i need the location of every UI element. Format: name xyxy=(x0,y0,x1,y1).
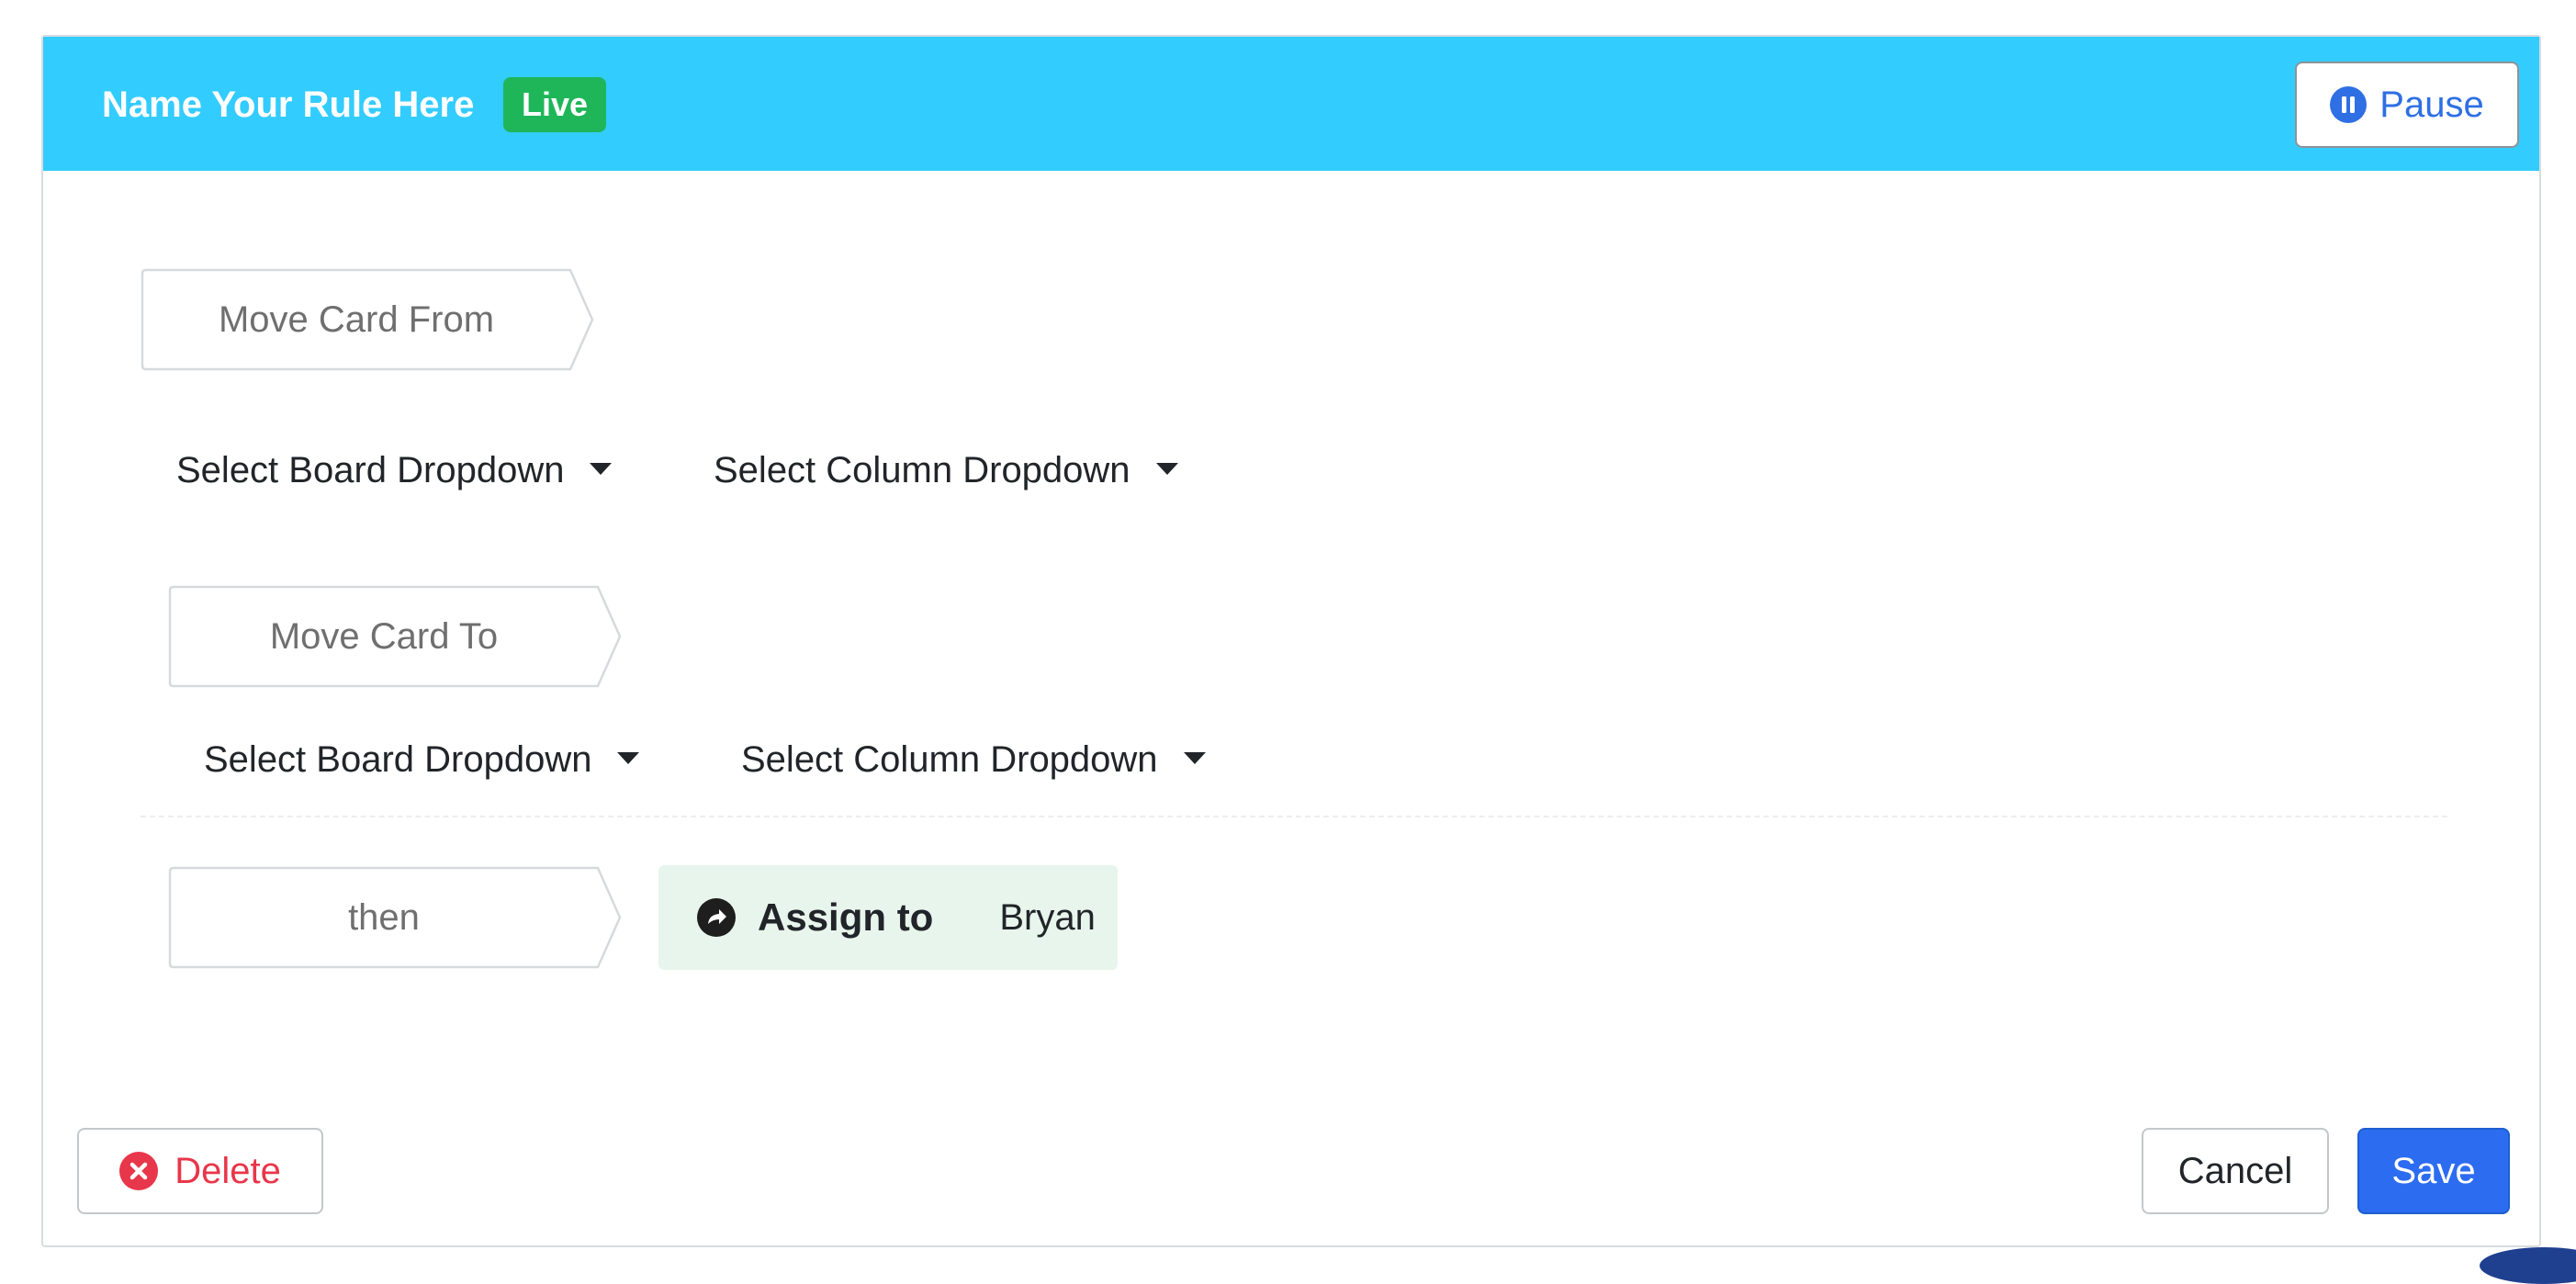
rule-card: Live Pause Move Card From Select Board D… xyxy=(41,35,2541,1247)
move-card-from-label: Move Card From xyxy=(218,299,495,340)
rule-header: Live Pause xyxy=(43,37,2539,171)
section-divider xyxy=(141,816,2447,817)
assignee-value[interactable]: Bryan xyxy=(999,897,1096,939)
to-board-dropdown-label: Select Board Dropdown xyxy=(204,739,592,780)
caret-down-icon xyxy=(590,462,613,475)
from-column-dropdown[interactable]: Select Column Dropdown xyxy=(714,443,1178,498)
x-circle-icon xyxy=(119,1152,159,1190)
from-board-dropdown-label: Select Board Dropdown xyxy=(176,450,565,490)
cancel-button[interactable]: Cancel xyxy=(2142,1128,2329,1214)
move-card-to-label: Move Card To xyxy=(269,616,499,657)
from-column-dropdown-label: Select Column Dropdown xyxy=(714,450,1131,490)
move-card-from-step: Move Card From xyxy=(141,268,596,371)
pause-circle-icon xyxy=(2330,86,2368,123)
assign-label: Assign to xyxy=(758,895,934,939)
caret-down-icon xyxy=(1183,751,1206,764)
to-column-dropdown-label: Select Column Dropdown xyxy=(741,739,1158,780)
pause-label: Pause xyxy=(2379,84,2484,125)
move-card-to-step: Move Card To xyxy=(168,585,624,688)
from-board-dropdown[interactable]: Select Board Dropdown xyxy=(176,443,613,498)
then-label: then xyxy=(348,897,420,938)
to-board-dropdown[interactable]: Select Board Dropdown xyxy=(204,732,640,787)
caret-down-icon xyxy=(617,751,640,764)
cancel-label: Cancel xyxy=(2177,1150,2293,1191)
save-label: Save xyxy=(2391,1150,2476,1191)
then-step: then xyxy=(168,866,624,969)
caret-down-icon xyxy=(1155,462,1178,475)
pause-button[interactable]: Pause xyxy=(2295,62,2519,148)
rule-name-input[interactable] xyxy=(102,79,515,130)
delete-label: Delete xyxy=(174,1150,281,1191)
arrow-circle-right-icon xyxy=(697,898,736,937)
delete-button[interactable]: Delete xyxy=(77,1128,323,1214)
corner-widget[interactable] xyxy=(2480,1247,2576,1284)
to-column-dropdown[interactable]: Select Column Dropdown xyxy=(741,732,1206,787)
status-badge: Live xyxy=(503,77,607,132)
save-button[interactable]: Save xyxy=(2357,1128,2510,1214)
assign-action[interactable]: Assign to Bryan xyxy=(658,865,1118,970)
